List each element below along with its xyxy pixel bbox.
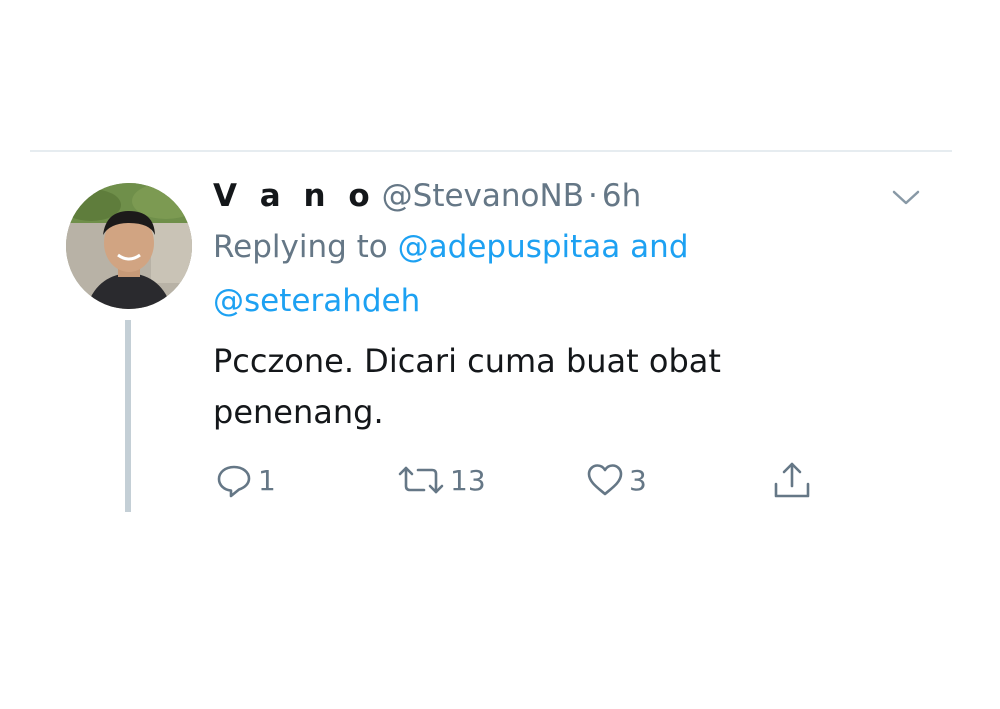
replying-conjunction[interactable]: and — [630, 229, 688, 265]
retweet-button[interactable]: 13 — [396, 450, 486, 510]
retweet-icon — [398, 466, 444, 494]
heart-icon — [587, 464, 623, 496]
reply-icon — [217, 465, 251, 498]
tweet-header: V a n o @StevanoNB · 6h — [213, 176, 641, 216]
timestamp[interactable]: 6h — [602, 176, 641, 216]
user-handle[interactable]: @StevanoNB — [382, 176, 584, 216]
chevron-down-icon — [892, 190, 920, 205]
share-button[interactable] — [770, 450, 814, 510]
avatar-photo — [66, 183, 192, 309]
retweet-count: 13 — [450, 463, 486, 497]
reply-button[interactable]: 1 — [214, 450, 276, 510]
more-options-button[interactable] — [890, 184, 922, 210]
like-button[interactable]: 3 — [585, 450, 647, 510]
replying-to-line: Replying to @adepuspitaa and — [213, 227, 689, 267]
share-icon — [774, 462, 810, 498]
top-divider — [30, 150, 952, 152]
tweet-text: Pcczone. Dicari cuma buat obat penenang. — [213, 342, 721, 431]
reply-count: 1 — [258, 463, 276, 497]
mention-link[interactable]: @adepuspitaa — [398, 229, 621, 265]
replying-to-label: Replying to — [213, 229, 388, 265]
mention-link[interactable]: @seterahdeh — [213, 283, 420, 319]
like-count: 3 — [629, 463, 647, 497]
tweet-actions: 1 13 3 — [0, 450, 1000, 510]
separator-dot: · — [587, 178, 598, 214]
display-name[interactable]: V a n o — [213, 176, 376, 216]
avatar[interactable] — [66, 183, 192, 309]
replying-to-line-2: @seterahdeh — [213, 281, 420, 321]
